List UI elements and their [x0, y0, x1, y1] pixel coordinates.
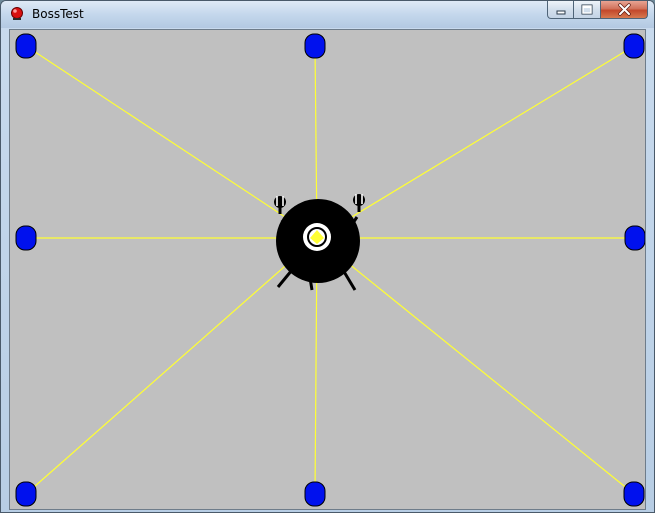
- laser-beam-bottom-left: [25, 237, 318, 495]
- emitter-node-top-left: [15, 33, 37, 59]
- window-title: BossTest: [32, 7, 84, 21]
- laser-beam-bottom-right: [316, 237, 635, 495]
- laser-beam-top-left: [25, 45, 318, 239]
- maximize-button[interactable]: [574, 1, 601, 19]
- game-stage: [15, 33, 645, 507]
- emitter-node-bottom-right: [623, 481, 645, 507]
- emitter-node-middle-left: [15, 225, 37, 251]
- caption-buttons: [547, 1, 648, 19]
- title-bar[interactable]: BossTest: [1, 1, 654, 28]
- emitter-node-bottom-center: [304, 481, 326, 507]
- boss-leg-left: [276, 269, 294, 288]
- emitter-node-top-right: [623, 33, 645, 59]
- close-button[interactable]: [601, 1, 648, 19]
- red-ball-icon[interactable]: [10, 7, 24, 21]
- boss-right-claw: [353, 194, 365, 212]
- emitter-node-bottom-left: [15, 481, 37, 507]
- emitter-node-middle-right: [624, 225, 645, 251]
- laser-beam-top-right: [316, 45, 635, 239]
- emitter-node-top-center: [304, 33, 326, 59]
- close-icon: [618, 3, 631, 16]
- game-window: BossTest: [0, 0, 655, 513]
- minimize-icon: [556, 10, 566, 15]
- boss-enemy: [274, 194, 365, 291]
- game-canvas[interactable]: [9, 29, 646, 510]
- minimize-button[interactable]: [547, 1, 574, 19]
- maximize-icon: [581, 4, 593, 15]
